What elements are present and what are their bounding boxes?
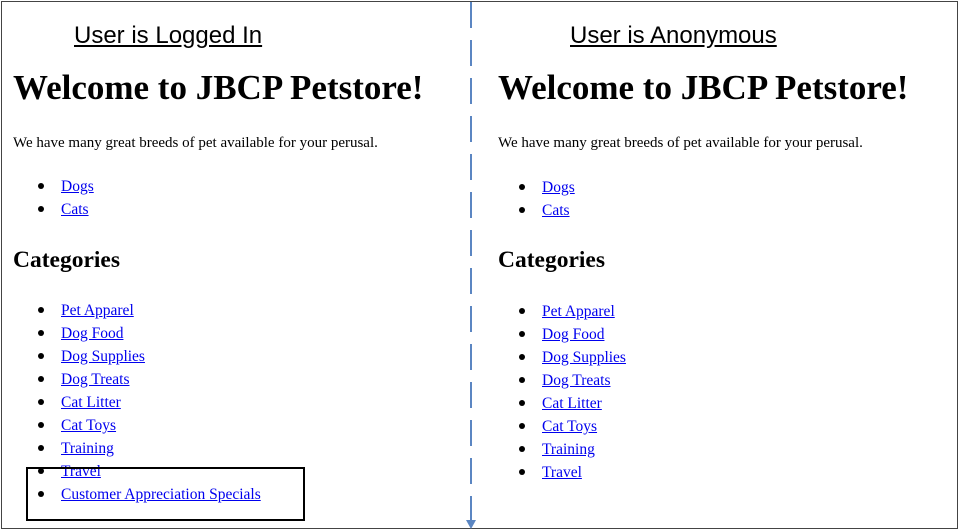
logged-in-caption: User is Logged In	[74, 22, 263, 49]
category-link-dog-supplies[interactable]: Dog Supplies	[542, 349, 626, 366]
intro-text: We have many great breeds of pet availab…	[498, 135, 863, 151]
category-link-training[interactable]: Training	[542, 441, 595, 458]
category-link-dog-food[interactable]: Dog Food	[61, 325, 123, 342]
bullet-icon	[519, 377, 525, 383]
bullet-icon	[519, 469, 525, 475]
categories-heading: Categories	[498, 247, 606, 273]
categories-heading: Categories	[13, 247, 121, 273]
list-item: Cat Toys	[35, 414, 261, 437]
bullet-icon	[38, 353, 44, 359]
category-link-pet-apparel[interactable]: Pet Apparel	[542, 303, 615, 320]
list-item: Cat Litter	[35, 391, 261, 414]
bullet-icon	[38, 206, 44, 212]
pet-list: Dogs Cats	[35, 175, 94, 221]
list-item: Cats	[516, 199, 575, 222]
list-item: Dog Supplies	[516, 346, 626, 369]
category-link-cat-toys[interactable]: Cat Toys	[542, 418, 597, 435]
bullet-icon	[519, 308, 525, 314]
list-item: Dogs	[35, 175, 94, 198]
bullet-icon	[38, 183, 44, 189]
list-item: Training	[516, 438, 626, 461]
bullet-icon	[519, 354, 525, 360]
pet-link-cats[interactable]: Cats	[542, 202, 570, 219]
bullet-icon	[38, 445, 44, 451]
list-item: Training	[35, 437, 261, 460]
list-item: Cat Litter	[516, 392, 626, 415]
list-item: Travel	[516, 461, 626, 484]
category-link-dog-treats[interactable]: Dog Treats	[61, 371, 129, 388]
category-link-pet-apparel[interactable]: Pet Apparel	[61, 302, 134, 319]
pet-link-dogs[interactable]: Dogs	[61, 178, 94, 195]
anonymous-caption: User is Anonymous	[570, 22, 777, 49]
list-item: Dogs	[516, 176, 575, 199]
list-item: Pet Apparel	[35, 299, 261, 322]
list-item: Pet Apparel	[516, 300, 626, 323]
bullet-icon	[38, 330, 44, 336]
category-link-cat-toys[interactable]: Cat Toys	[61, 417, 116, 434]
list-item: Dog Food	[516, 323, 626, 346]
comparison-frame: User is Logged In Welcome to JBCP Petsto…	[1, 1, 958, 529]
bullet-icon	[38, 422, 44, 428]
category-list: Pet Apparel Dog Food Dog Supplies Dog Tr…	[516, 300, 626, 484]
category-link-dog-treats[interactable]: Dog Treats	[542, 372, 610, 389]
pet-list: Dogs Cats	[516, 176, 575, 222]
welcome-heading: Welcome to JBCP Petstore!	[498, 68, 909, 107]
category-link-training[interactable]: Training	[61, 440, 114, 457]
intro-text: We have many great breeds of pet availab…	[13, 135, 378, 151]
list-item: Dog Supplies	[35, 345, 261, 368]
bullet-icon	[519, 331, 525, 337]
pet-link-cats[interactable]: Cats	[61, 201, 89, 218]
category-link-dog-food[interactable]: Dog Food	[542, 326, 604, 343]
category-link-dog-supplies[interactable]: Dog Supplies	[61, 348, 145, 365]
category-link-travel[interactable]: Travel	[542, 464, 582, 481]
list-item: Cat Toys	[516, 415, 626, 438]
bullet-icon	[519, 184, 525, 190]
panel-divider	[470, 2, 472, 522]
highlight-box	[26, 467, 305, 521]
list-item: Dog Treats	[35, 368, 261, 391]
pet-link-dogs[interactable]: Dogs	[542, 179, 575, 196]
bullet-icon	[519, 446, 525, 452]
bullet-icon	[519, 400, 525, 406]
bullet-icon	[38, 399, 44, 405]
bullet-icon	[38, 307, 44, 313]
list-item: Dog Treats	[516, 369, 626, 392]
list-item: Dog Food	[35, 322, 261, 345]
list-item: Cats	[35, 198, 94, 221]
category-link-cat-litter[interactable]: Cat Litter	[61, 394, 121, 411]
bullet-icon	[38, 376, 44, 382]
category-link-cat-litter[interactable]: Cat Litter	[542, 395, 602, 412]
bullet-icon	[519, 207, 525, 213]
bullet-icon	[519, 423, 525, 429]
welcome-heading: Welcome to JBCP Petstore!	[13, 68, 424, 107]
down-arrow-icon	[466, 520, 476, 529]
